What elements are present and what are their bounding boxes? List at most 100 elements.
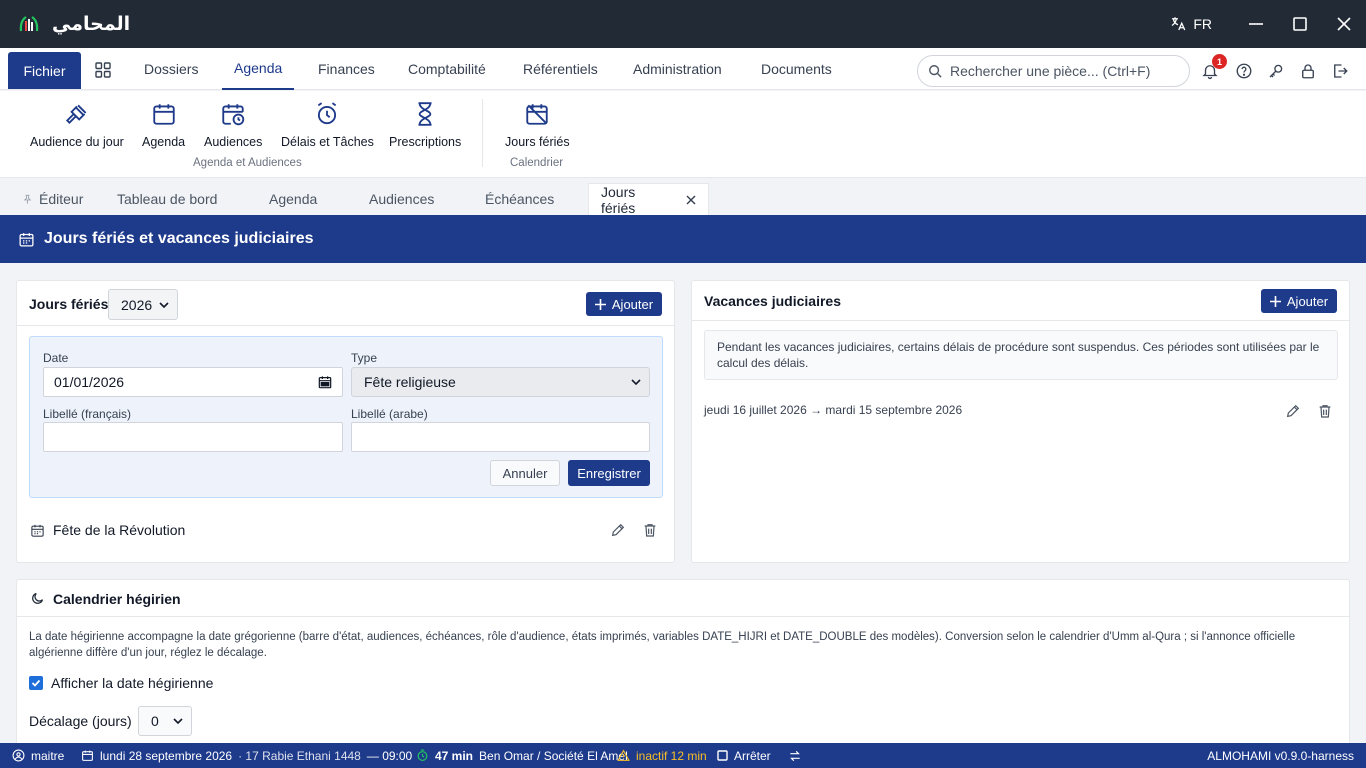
status-version: ALMOHAMI v0.9.0-harness	[1207, 748, 1354, 763]
pin-icon	[23, 194, 32, 204]
menu-agenda[interactable]: Agenda	[222, 48, 295, 90]
calendar-clock-icon	[222, 104, 245, 126]
vacances-title: Vacances judiciaires	[704, 293, 841, 309]
title-bar: المحامي FR	[0, 0, 1366, 48]
ribbon-audiences[interactable]: Audiences	[204, 101, 262, 149]
holidays-card: Jours fériés 2026 Ajouter Date 01/01/202…	[16, 280, 675, 563]
libelle-ar-label: Libellé (arabe)	[351, 407, 428, 421]
libelle-fr-input[interactable]	[43, 422, 343, 452]
tab-editeur[interactable]: Éditeur	[22, 183, 83, 215]
status-time: — 09:00	[366, 748, 413, 763]
calendar-icon	[152, 104, 175, 125]
menu-comptabilite[interactable]: Comptabilité	[408, 48, 486, 90]
vacances-card: Vacances judiciaires Ajouter Pendant les…	[691, 280, 1350, 563]
status-date: lundi 28 septembre 2026 · 17 Rabie Ethan…	[81, 743, 412, 768]
calendar-icon	[31, 524, 44, 537]
notification-badge: 1	[1212, 54, 1227, 69]
status-hijri: · 17 Rabie Ethani 1448	[238, 748, 361, 763]
calendar-off-icon	[526, 104, 548, 125]
holidays-title: Jours fériés	[29, 296, 109, 312]
minimize-icon	[1249, 23, 1263, 25]
add-holiday-button[interactable]: Ajouter	[586, 292, 662, 316]
page-title: Jours fériés et vacances judiciaires	[44, 230, 314, 247]
status-inactive: inactif 12 min	[617, 743, 707, 768]
cancel-button[interactable]: Annuler	[490, 460, 560, 486]
app-logo: المحامي	[18, 13, 130, 35]
edit-icon[interactable]	[610, 522, 626, 538]
hijri-description: La date hégirienne accompagne la date gr…	[29, 631, 1296, 659]
libelle-ar-input[interactable]	[351, 422, 650, 452]
swap-icon	[790, 750, 800, 761]
save-button[interactable]: Enregistrer	[568, 460, 650, 486]
chevron-down-icon	[173, 718, 183, 725]
language-switcher[interactable]: FR	[1169, 15, 1212, 33]
lock-icon[interactable]	[1299, 62, 1317, 80]
close-window-button[interactable]	[1322, 0, 1366, 48]
minimize-button[interactable]	[1234, 0, 1278, 48]
maximize-icon	[1293, 17, 1307, 31]
translate-icon	[1171, 17, 1186, 31]
menu-administration[interactable]: Administration	[633, 48, 722, 90]
menu-documents[interactable]: Documents	[761, 48, 832, 90]
add-vacances-button[interactable]: Ajouter	[1261, 289, 1337, 313]
apps-grid-icon[interactable]	[95, 62, 111, 78]
status-stop-button[interactable]: Arrêter	[717, 743, 771, 768]
hourglass-icon	[418, 102, 432, 126]
offset-select[interactable]: 0	[138, 706, 192, 736]
tab-audiences[interactable]: Audiences	[369, 183, 434, 215]
offset-label: Décalage (jours)	[29, 713, 132, 729]
edit-icon[interactable]	[1285, 403, 1301, 419]
trash-icon[interactable]	[642, 522, 658, 538]
fichier-menu[interactable]: Fichier	[8, 52, 81, 89]
calendar-icon	[19, 232, 34, 247]
logo-icon	[19, 16, 39, 32]
ribbon-prescriptions[interactable]: Prescriptions	[389, 101, 461, 149]
ribbon-jours-feries[interactable]: Jours fériés	[505, 101, 570, 149]
app-title: المحامي	[52, 13, 131, 35]
check-icon	[31, 679, 41, 687]
menu-referentiels[interactable]: Référentiels	[523, 48, 598, 90]
close-tab-icon[interactable]	[686, 195, 696, 205]
hijri-show-checkbox[interactable]	[29, 676, 43, 690]
search-input[interactable]	[950, 63, 1170, 79]
plus-icon	[594, 298, 606, 310]
moon-icon	[32, 592, 44, 604]
tab-tableau-de-bord[interactable]: Tableau de bord	[117, 183, 217, 215]
year-select[interactable]: 2026	[108, 289, 178, 320]
search-box[interactable]	[917, 55, 1190, 87]
ribbon-group-agenda: Agenda et Audiences	[193, 157, 302, 169]
status-user[interactable]: maitre	[12, 743, 64, 768]
ribbon-group-calendrier: Calendrier	[510, 157, 564, 169]
search-icon	[929, 65, 942, 78]
key-icon[interactable]	[1267, 62, 1285, 80]
trash-icon[interactable]	[1317, 403, 1333, 419]
holiday-form: Date 01/01/2026 Type Fête religieuse Lib…	[29, 336, 663, 498]
hijri-card: Calendrier hégirien La date hégirienne a…	[16, 579, 1350, 759]
status-swap-button[interactable]	[788, 743, 802, 768]
ribbon-separator	[482, 99, 483, 167]
tab-echeances[interactable]: Échéances	[485, 183, 554, 215]
tab-agenda[interactable]: Agenda	[269, 183, 317, 215]
ribbon-audience-du-jour[interactable]: Audience du jour	[30, 101, 124, 149]
stop-icon	[717, 750, 728, 761]
help-icon[interactable]	[1235, 62, 1253, 80]
status-timer[interactable]: 47 min Ben Omar / Société El Amel	[416, 743, 628, 768]
date-input[interactable]: 01/01/2026	[43, 367, 343, 397]
logout-icon[interactable]	[1331, 62, 1349, 80]
plus-icon	[1269, 295, 1281, 307]
ribbon: Audience du jour Agenda Audiences Délais…	[0, 91, 1366, 178]
chevron-down-icon	[159, 301, 169, 308]
maximize-button[interactable]	[1278, 0, 1322, 48]
calendar-picker-icon[interactable]	[318, 375, 332, 389]
ribbon-agenda[interactable]: Agenda	[142, 101, 185, 149]
tab-jours-feries[interactable]: Jours fériés	[588, 183, 709, 216]
ribbon-delais-taches[interactable]: Délais et Tâches	[281, 101, 374, 149]
hijri-show-checkbox-row[interactable]: Afficher la date hégirienne	[29, 675, 213, 691]
close-icon	[1337, 17, 1351, 31]
menu-dossiers[interactable]: Dossiers	[144, 48, 198, 90]
holiday-name: Fête de la Révolution	[53, 522, 186, 538]
type-select[interactable]: Fête religieuse	[351, 367, 650, 397]
hijri-title: Calendrier hégirien	[53, 591, 181, 607]
page-header: Jours fériés et vacances judiciaires	[0, 215, 1366, 263]
menu-finances[interactable]: Finances	[318, 48, 375, 90]
